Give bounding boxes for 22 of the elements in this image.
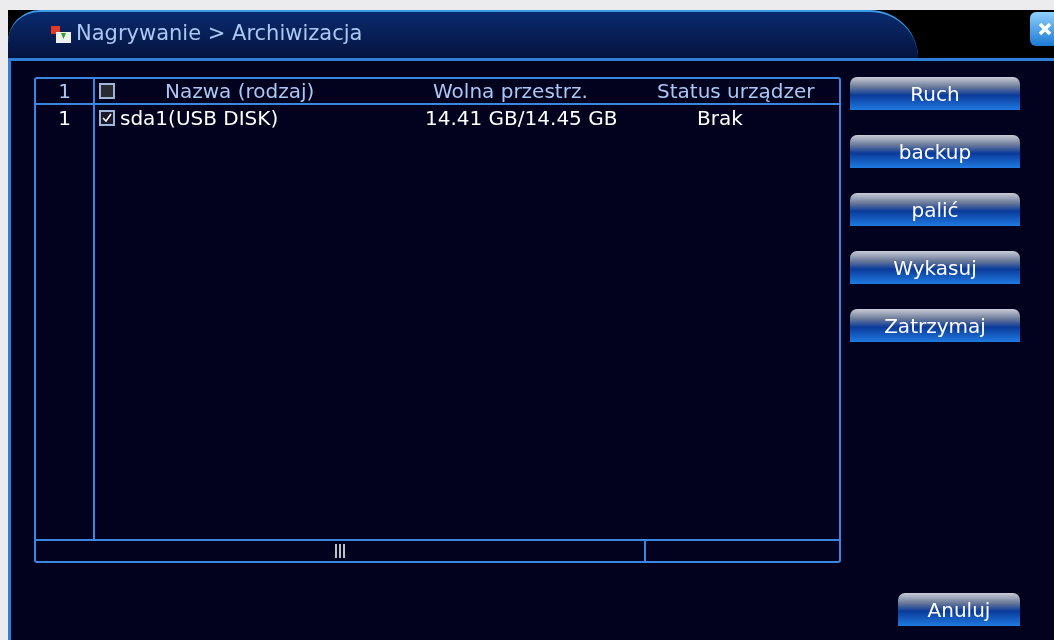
close-button[interactable] xyxy=(1030,12,1054,46)
column-header: 1 xyxy=(36,79,93,105)
grip-icon xyxy=(335,544,345,558)
checkbox[interactable] xyxy=(99,83,115,99)
table-cell-text: 14.41 GB/14.45 GB xyxy=(424,105,619,131)
record-icon xyxy=(50,24,72,44)
scrollbar[interactable] xyxy=(36,539,839,561)
close-icon xyxy=(1037,21,1053,37)
column-header: Wolna przestrz. xyxy=(393,79,653,105)
action-button[interactable]: palić xyxy=(850,193,1020,226)
window-title: Nagrywanie > Archiwizacja xyxy=(76,20,363,47)
table-cell-text: 1 xyxy=(57,105,72,131)
action-button[interactable]: Wykasuj xyxy=(850,251,1020,284)
action-button[interactable]: Ruch xyxy=(850,77,1020,110)
checkbox[interactable] xyxy=(99,110,115,126)
column-header: Nazwa (rodzaj) xyxy=(165,78,315,104)
action-button[interactable]: Zatrzymaj xyxy=(850,309,1020,342)
cancel-button[interactable]: Anuluj xyxy=(898,593,1020,626)
action-button[interactable]: backup xyxy=(850,135,1020,168)
table-cell: sda1(USB DISK) xyxy=(120,105,279,131)
table-cell-text: Brak xyxy=(696,105,744,131)
column-header: Status urządzer xyxy=(653,79,839,105)
